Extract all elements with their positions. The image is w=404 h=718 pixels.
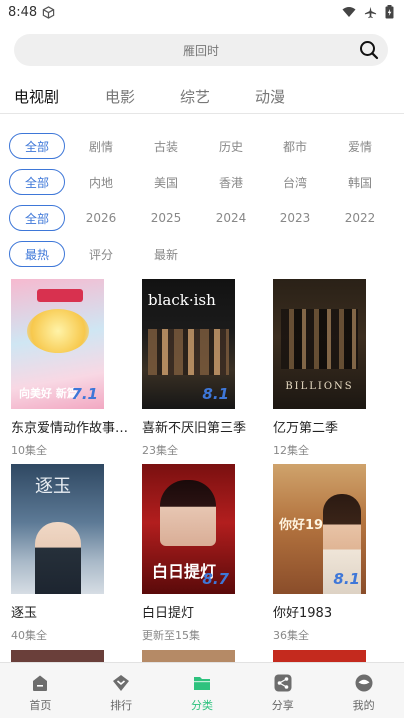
filter-chip[interactable]: 剧情 [73, 133, 129, 159]
filter-chip[interactable]: 2025 [138, 205, 194, 231]
search-input[interactable]: 雁回时 [183, 42, 219, 59]
tab-anime[interactable]: 动漫 [255, 86, 285, 107]
rating-badge: 8.1 [202, 385, 229, 403]
filter-chip[interactable]: 历史 [203, 133, 259, 159]
nav-ranking[interactable]: 排行 [81, 663, 162, 718]
filter-row-year: 全部 2026 2025 2024 2023 2022 [0, 205, 404, 231]
show-title: 逐玉 [11, 606, 38, 621]
show-card[interactable]: BILLIONS 亿万第二季 12集全 [273, 279, 397, 458]
filter-chip[interactable]: 台湾 [267, 169, 323, 195]
poster-image[interactable]: 向美好 新篇 7.1 [11, 279, 104, 409]
rating-badge: 8.1 [333, 570, 360, 588]
nav-label: 分类 [190, 699, 213, 712]
show-title: 白日提灯 [142, 606, 195, 621]
poster-image[interactable]: 白日提灯 8.7 [142, 464, 235, 594]
poster-image[interactable]: BILLIONS [273, 279, 366, 409]
status-bar: 8:48 [0, 0, 404, 24]
nav-home[interactable]: 首页 [0, 663, 81, 718]
episode-info: 12集全 [273, 444, 309, 457]
rating-badge: 7.1 [71, 385, 98, 403]
poster-image-partial[interactable] [142, 650, 235, 662]
show-card[interactable]: 白日提灯 8.7 白日提灯 更新至15集 [142, 464, 266, 643]
search-icon [360, 41, 379, 60]
tab-tv-series[interactable]: 电视剧 [14, 86, 59, 107]
nav-label: 排行 [110, 699, 133, 712]
poster-image[interactable]: 你好1983 8.1 [273, 464, 366, 594]
status-time: 8:48 [8, 4, 38, 20]
poster-caption: 逐玉 [35, 476, 71, 497]
filter-chip[interactable]: 最热 [9, 241, 65, 267]
filter-chip[interactable]: 全部 [9, 133, 65, 159]
episode-info: 40集全 [11, 629, 47, 642]
filter-chip[interactable]: 内地 [73, 169, 129, 195]
filter-chip[interactable]: 评分 [73, 241, 129, 267]
nav-category[interactable]: 分类 [162, 663, 243, 718]
filter-row-region: 全部 内地 美国 香港 台湾 韩国 [0, 169, 404, 195]
episode-info: 更新至15集 [142, 629, 200, 642]
nav-label: 我的 [352, 699, 375, 712]
wifi-icon [342, 7, 356, 17]
poster-image-partial[interactable] [273, 650, 366, 662]
poster-caption: BILLIONS [285, 381, 354, 392]
filter-chip[interactable]: 韩国 [332, 169, 388, 195]
poster-caption: black·ish [148, 291, 216, 309]
filter-row-genre: 全部 剧情 古装 历史 都市 爱情 [0, 133, 404, 159]
tab-variety[interactable]: 综艺 [180, 86, 210, 107]
category-tabs: 电视剧 电影 综艺 动漫 [0, 80, 404, 114]
tab-movies[interactable]: 电影 [105, 86, 135, 107]
airplane-icon [364, 6, 377, 18]
battery-icon [385, 5, 394, 19]
show-title: 喜新不厌旧第三季 [142, 421, 247, 436]
show-card[interactable]: 向美好 新篇 7.1 东京爱情动作故事東... 10集全 [11, 279, 135, 458]
share-icon [274, 674, 292, 692]
show-card[interactable]: 逐玉 逐玉 40集全 [11, 464, 135, 643]
nav-label: 分享 [271, 699, 294, 712]
search-button[interactable] [358, 39, 380, 61]
filter-chip[interactable]: 2024 [203, 205, 259, 231]
bottom-navigation: 首页 排行 分类 分享 我的 [0, 662, 404, 718]
filter-chip[interactable]: 2026 [73, 205, 129, 231]
filter-chip[interactable]: 全部 [9, 169, 65, 195]
show-card[interactable]: 你好1983 8.1 你好1983 36集全 [273, 464, 397, 643]
filter-chip[interactable]: 香港 [203, 169, 259, 195]
filter-chip[interactable]: 都市 [267, 133, 323, 159]
show-card[interactable]: black·ish 8.1 喜新不厌旧第三季 23集全 [142, 279, 266, 458]
profile-icon [355, 674, 373, 692]
show-title: 亿万第二季 [273, 421, 339, 436]
ranking-icon [113, 675, 130, 691]
nav-share[interactable]: 分享 [242, 663, 323, 718]
episode-info: 36集全 [273, 629, 309, 642]
poster-caption: 向美好 新篇 [19, 387, 78, 400]
filter-chip[interactable]: 2023 [267, 205, 323, 231]
filter-chip[interactable]: 2022 [332, 205, 388, 231]
filter-chip[interactable]: 古装 [138, 133, 194, 159]
episode-info: 23集全 [142, 444, 178, 457]
nav-profile[interactable]: 我的 [323, 663, 404, 718]
filter-chip[interactable]: 爱情 [332, 133, 388, 159]
search-bar[interactable]: 雁回时 [14, 34, 388, 66]
cube-icon [42, 5, 55, 19]
rating-badge: 8.7 [202, 570, 229, 588]
filter-chip[interactable]: 美国 [138, 169, 194, 195]
show-title: 你好1983 [273, 606, 333, 621]
nav-label: 首页 [29, 699, 52, 712]
filter-chip[interactable]: 全部 [9, 205, 65, 231]
poster-image-partial[interactable] [11, 650, 104, 662]
filter-row-sort: 最热 评分 最新 [0, 241, 404, 267]
folder-icon [193, 677, 210, 690]
filter-chip[interactable]: 最新 [138, 241, 194, 267]
poster-image[interactable]: 逐玉 [11, 464, 104, 594]
home-icon [33, 675, 48, 691]
poster-image[interactable]: black·ish 8.1 [142, 279, 235, 409]
show-title: 东京爱情动作故事東... [11, 421, 135, 436]
episode-info: 10集全 [11, 444, 47, 457]
